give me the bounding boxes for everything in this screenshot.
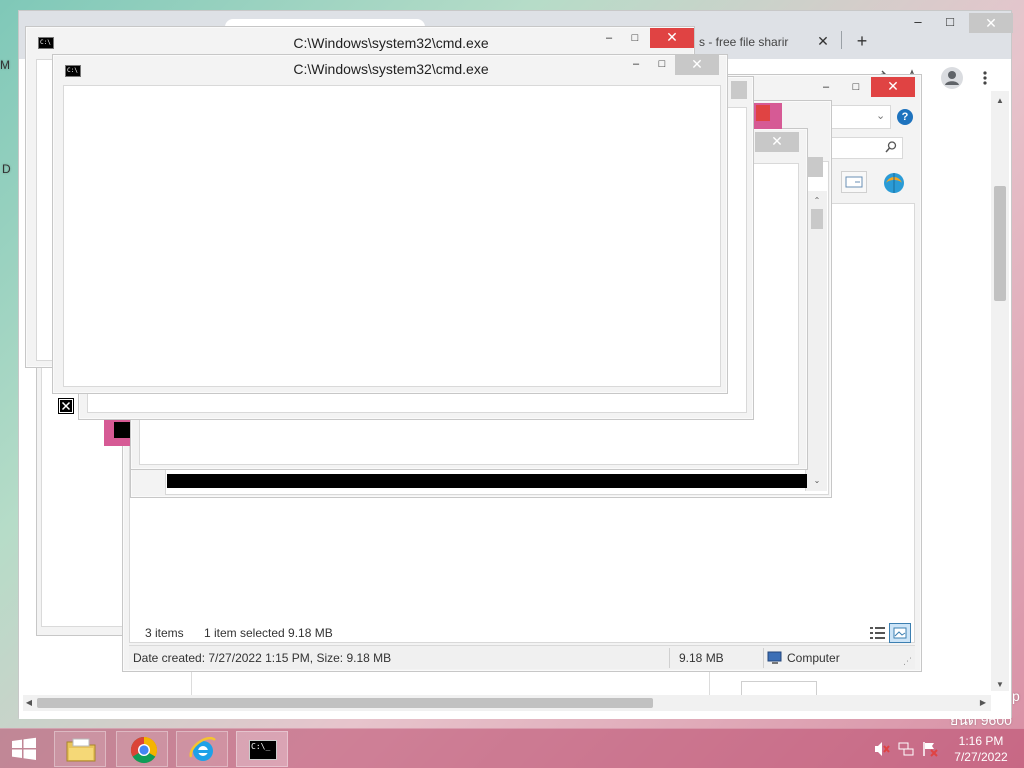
pink-tile [104, 418, 130, 446]
details-size: 9.18 MB [679, 651, 724, 665]
dialog-scroll-thumb[interactable] [731, 81, 747, 99]
clock-time: 1:16 PM [958, 734, 1004, 748]
vertical-scrollbar[interactable]: ▲ ▼ [991, 91, 1009, 691]
address-dropdown-chevron-icon[interactable]: ⌄ [876, 109, 885, 122]
vertical-scroll-thumb[interactable] [994, 186, 1006, 301]
view-details-icon[interactable] [869, 625, 887, 641]
scroll-up-arrow-icon[interactable]: ▲ [994, 95, 1006, 107]
horizontal-scroll-thumb[interactable] [37, 698, 653, 708]
cmd-minimize-button[interactable]: – [623, 55, 649, 73]
details-created: Date created: 7/27/2022 1:15 PM, Size: 9… [133, 651, 392, 665]
dialog-scrollbar[interactable]: ⌃ ⌄ [805, 191, 827, 491]
shell-globe-icon[interactable] [881, 171, 907, 195]
page-element [741, 681, 817, 695]
scroll-right-arrow-icon[interactable]: ▶ [977, 697, 989, 709]
cmd-taskbar-icon: C:\_ [249, 740, 277, 760]
dialog-black-bar [167, 474, 807, 488]
scroll-down-arrow-icon[interactable]: ⌄ [811, 475, 823, 487]
horizontal-scrollbar[interactable]: ◀ ▶ [23, 695, 991, 711]
profile-avatar-icon[interactable] [941, 67, 963, 89]
computer-icon [767, 650, 783, 666]
chrome-maximize-button[interactable]: □ [935, 13, 965, 33]
pink-tile [752, 103, 782, 129]
close-box-icon[interactable] [58, 398, 74, 414]
network-icon[interactable] [898, 741, 914, 757]
page-divider [191, 671, 192, 697]
status-divider [669, 648, 670, 668]
windows-start-icon[interactable] [10, 737, 38, 761]
cmd-maximize-button[interactable]: □ [649, 55, 675, 73]
chrome-tab-close-button[interactable]: ✕ [815, 33, 831, 49]
black-square [114, 422, 130, 438]
scroll-up-arrow-icon[interactable]: ⌃ [811, 195, 823, 207]
folder-icon [65, 736, 97, 767]
explorer-close-button[interactable]: ✕ [871, 77, 915, 97]
cmd-maximize-button[interactable]: □ [622, 29, 648, 47]
dialog-scroll-thumb[interactable] [811, 209, 823, 229]
status-selection: 1 item selected 9.18 MB [204, 626, 333, 640]
scroll-left-arrow-icon[interactable]: ◀ [23, 697, 35, 709]
cmd-minimize-button[interactable]: – [596, 29, 622, 47]
view-large-icons-icon[interactable] [889, 623, 911, 643]
status-divider [763, 648, 764, 668]
preview-pane-toggle-icon[interactable] [841, 171, 867, 193]
cmd-close-button[interactable]: ✕ [675, 55, 719, 75]
internet-explorer-icon [188, 735, 218, 768]
dialog-scroll-thumb[interactable] [807, 157, 823, 177]
cmd-window-front: C:\ C:\Windows\system32\cmd.exe – □ ✕ [52, 54, 728, 394]
details-location: Computer [787, 651, 840, 665]
scroll-down-arrow-icon[interactable]: ▼ [994, 679, 1006, 691]
cmd-console-area [63, 85, 721, 387]
action-center-flag-icon[interactable] [922, 741, 938, 757]
status-item-count: 3 items [145, 626, 184, 640]
taskbar-cmd-button[interactable]: C:\_ [236, 731, 288, 767]
dialog-close-button[interactable]: ✕ [755, 132, 799, 152]
explorer-minimize-button[interactable]: – [813, 78, 839, 96]
search-icon [884, 140, 898, 157]
tab-divider [841, 31, 842, 49]
explorer-maximize-button[interactable]: □ [843, 78, 869, 96]
chrome-icon [129, 735, 159, 768]
chrome-menu-icon[interactable] [981, 69, 989, 87]
taskbar-file-explorer-button[interactable] [54, 731, 106, 767]
taskbar-ie-button[interactable] [176, 731, 228, 767]
clock-date: 7/27/2022 [954, 750, 1008, 764]
wallpaper-text: p [1012, 688, 1020, 704]
desktop-icon-label: M [0, 58, 10, 72]
chrome-minimize-button[interactable]: – [903, 13, 933, 33]
taskbar-chrome-button[interactable] [116, 731, 168, 767]
help-icon[interactable]: ? [897, 109, 913, 125]
chrome-close-button[interactable]: ✕ [969, 13, 1013, 33]
resize-grip-icon[interactable]: ⋰ [903, 656, 912, 667]
red-square [756, 105, 770, 121]
taskbar-clock[interactable]: 1:16 PM 7/27/2022 [946, 733, 1016, 765]
page-divider [709, 671, 710, 697]
details-status-bar: Date created: 7/27/2022 1:15 PM, Size: 9… [129, 645, 915, 669]
taskbar: C:\_ 1:16 PM 7/27/2022 [0, 728, 1024, 768]
new-tab-button[interactable]: + [853, 32, 871, 51]
cmd-close-button[interactable]: ✕ [650, 28, 694, 48]
volume-muted-icon[interactable] [874, 741, 890, 757]
desktop-icon-label: D [2, 162, 11, 176]
